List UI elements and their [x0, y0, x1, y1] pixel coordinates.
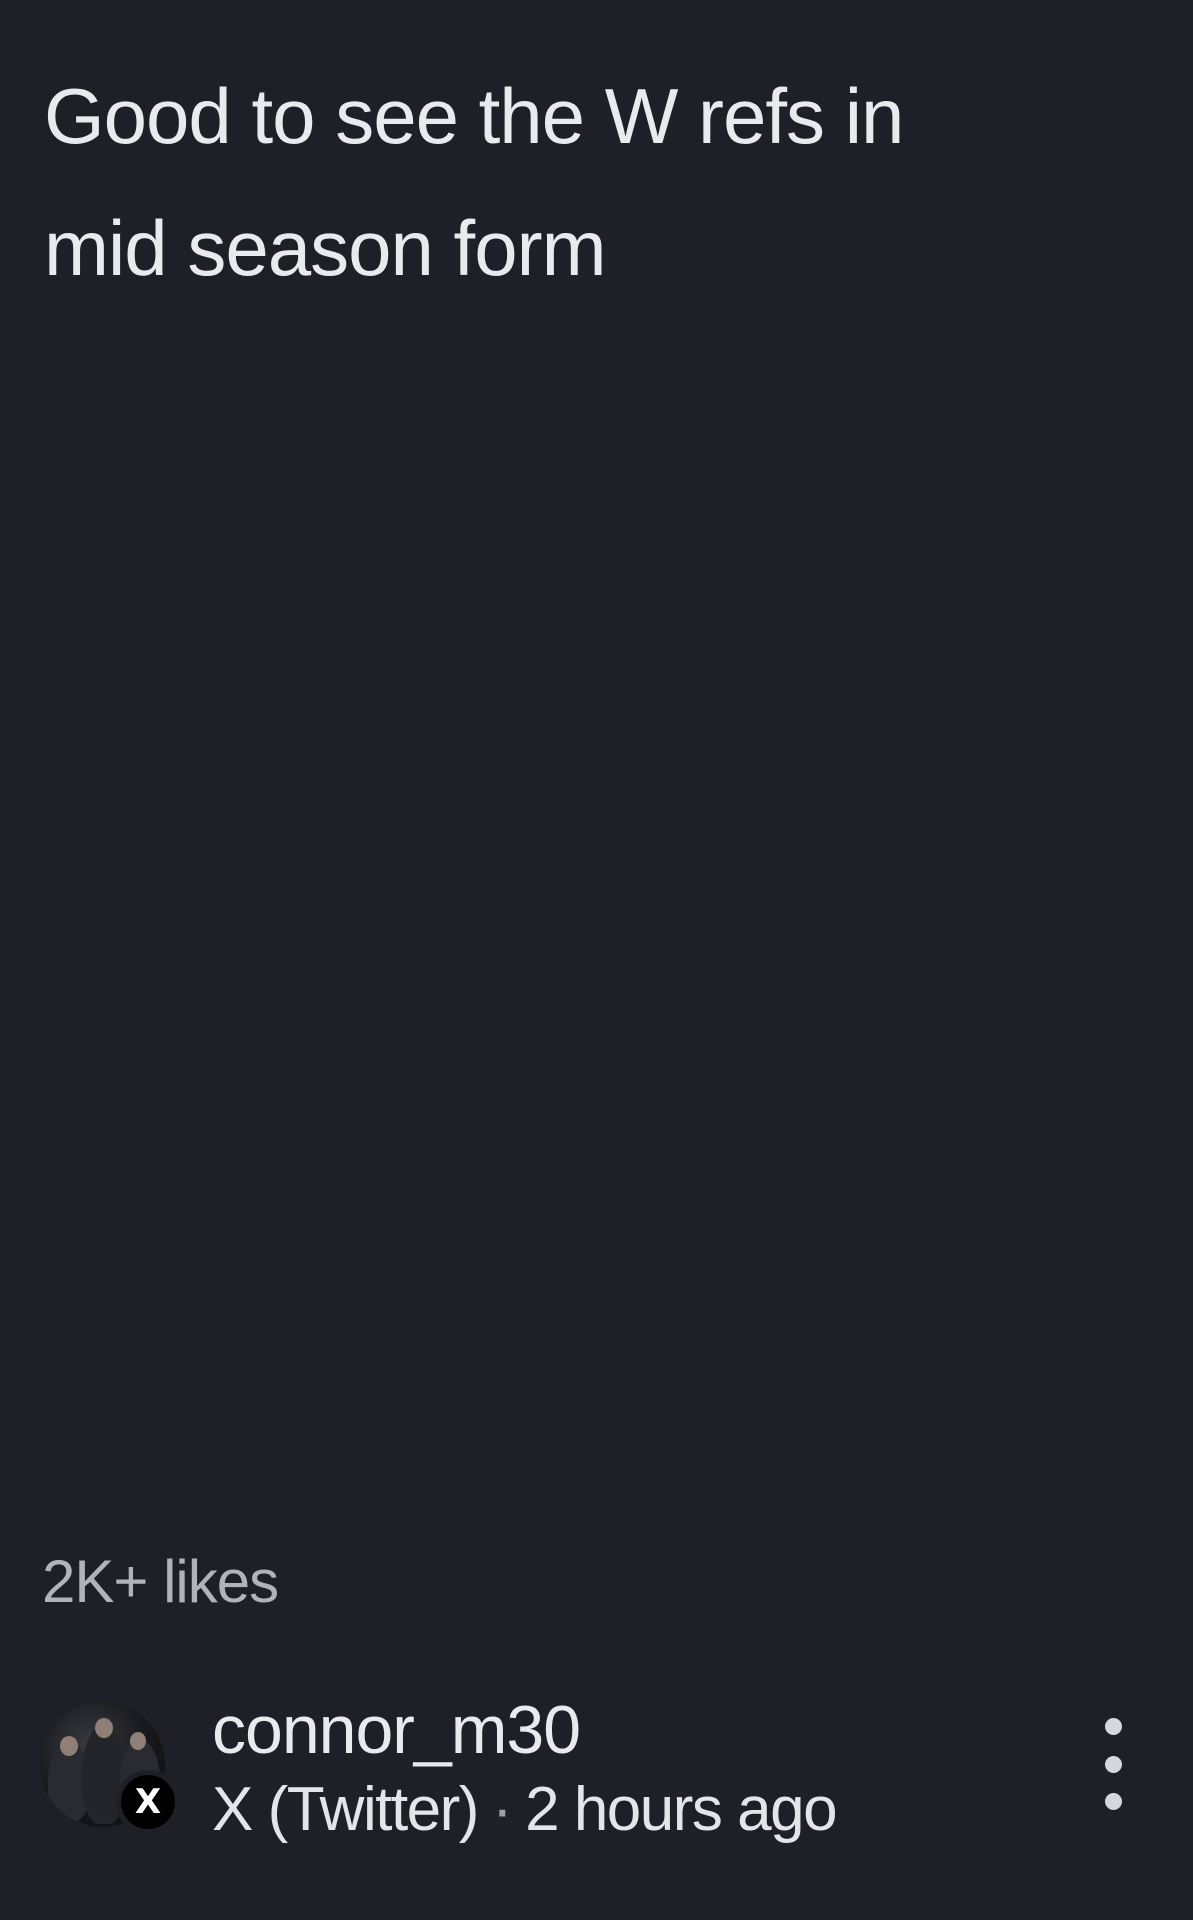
more-dot-bottom: [1104, 1793, 1122, 1810]
post-text-line-2: mid season form: [44, 204, 607, 292]
post-timestamp: 2 hours ago: [525, 1775, 837, 1844]
author-row: X connor_m30 X (Twitter) · 2 hours ago: [40, 1690, 1150, 1844]
meta-separator: ·: [491, 1775, 513, 1844]
source-label: X (Twitter): [212, 1775, 479, 1844]
more-dot-middle: [1104, 1755, 1122, 1773]
post-text-line-1: Good to see the W refs in: [44, 72, 904, 160]
likes-count: 2K+ likes: [42, 1548, 279, 1615]
avatar-face-right: [130, 1732, 146, 1750]
author-username[interactable]: connor_m30: [212, 1690, 581, 1770]
more-vertical-icon[interactable]: [1088, 1718, 1138, 1810]
x-twitter-icon: X: [116, 1770, 180, 1834]
more-dot-top: [1104, 1718, 1122, 1735]
post-meta: X (Twitter) · 2 hours ago: [212, 1770, 838, 1850]
post-text: Good to see the W refs in mid season form: [44, 50, 1044, 314]
avatar-face-middle: [95, 1718, 113, 1738]
avatar-face-left: [60, 1736, 78, 1756]
post-card[interactable]: Good to see the W refs in mid season form…: [0, 0, 1193, 1920]
